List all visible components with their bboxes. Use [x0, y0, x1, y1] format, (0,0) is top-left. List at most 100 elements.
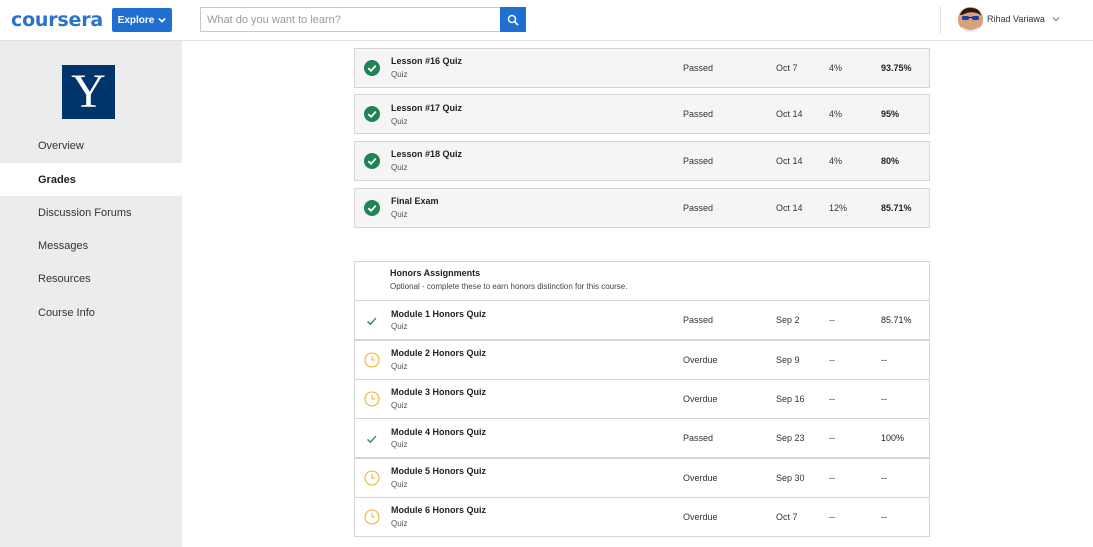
- assignment-status: Overdue: [683, 512, 718, 522]
- chevron-down-icon: [158, 17, 167, 23]
- clock-icon: [364, 391, 380, 407]
- assignment-status: Passed: [683, 109, 714, 119]
- assignment-type: Quiz: [391, 210, 408, 219]
- assignment-name[interactable]: Module 2 Honors Quiz: [391, 348, 486, 358]
- assignment-status: Passed: [683, 203, 714, 213]
- assignment-row[interactable]: Final Exam Quiz Passed Oct 14 12% 85.71%: [354, 188, 930, 228]
- assignment-weight: 12%: [829, 203, 848, 213]
- assignment-name[interactable]: Final Exam: [391, 196, 439, 206]
- coursera-logo[interactable]: coursera: [11, 9, 103, 31]
- honors-title: Honors Assignments: [390, 268, 481, 278]
- assignment-name[interactable]: Module 1 Honors Quiz: [391, 309, 486, 319]
- honors-row[interactable]: Module 1 Honors Quiz Quiz Passed Sep 2 -…: [354, 300, 930, 340]
- assignment-row[interactable]: Lesson #16 Quiz Quiz Passed Oct 7 4% 93.…: [354, 48, 930, 88]
- assignment-name[interactable]: Lesson #17 Quiz: [391, 103, 462, 113]
- assignment-grade: 85.71%: [881, 203, 912, 213]
- user-name[interactable]: Rihad Variawa: [987, 14, 1045, 24]
- assignment-weight: 4%: [829, 63, 843, 73]
- passed-check-icon: [364, 153, 380, 169]
- assignment-grade: 100%: [881, 433, 905, 443]
- honors-row[interactable]: Module 3 Honors Quiz Quiz Overdue Sep 16…: [354, 379, 930, 419]
- chevron-down-icon[interactable]: [1052, 15, 1060, 23]
- assignment-type: Quiz: [391, 362, 408, 371]
- assignment-type: Quiz: [391, 117, 408, 126]
- assignment-grade: --: [881, 355, 887, 365]
- honors-row[interactable]: Module 5 Honors Quiz Quiz Overdue Sep 30…: [354, 458, 930, 498]
- assignment-name[interactable]: Module 4 Honors Quiz: [391, 427, 486, 437]
- assignment-status: Passed: [683, 156, 714, 166]
- assignment-weight: --: [829, 355, 835, 365]
- honors-subtitle: Optional - complete these to earn honors…: [390, 282, 628, 291]
- assignment-status: Passed: [683, 63, 714, 73]
- clock-icon: [364, 352, 380, 368]
- search-button[interactable]: [500, 7, 526, 32]
- sidebar-item-grades[interactable]: Grades: [0, 163, 182, 196]
- honors-row[interactable]: Module 6 Honors Quiz Quiz Overdue Oct 7 …: [354, 497, 930, 537]
- assignment-due: Sep 2: [776, 315, 800, 325]
- avatar[interactable]: [958, 7, 983, 32]
- explore-label: Explore: [117, 14, 155, 26]
- assignment-type: Quiz: [391, 519, 408, 528]
- honors-row[interactable]: Module 2 Honors Quiz Quiz Overdue Sep 9 …: [354, 340, 930, 380]
- assignment-grade: --: [881, 473, 887, 483]
- sidebar-item-messages[interactable]: Messages: [0, 229, 182, 262]
- assignment-due: Oct 14: [776, 156, 803, 166]
- assignment-name[interactable]: Lesson #16 Quiz: [391, 56, 462, 66]
- assignment-weight: --: [829, 512, 835, 522]
- assignment-grade: 80%: [881, 156, 900, 166]
- assignment-weight: --: [829, 394, 835, 404]
- assignment-due: Oct 14: [776, 109, 803, 119]
- assignment-grade: 93.75%: [881, 63, 912, 73]
- sidebar-item-discussion-forums[interactable]: Discussion Forums: [0, 196, 182, 229]
- assignment-type: Quiz: [391, 322, 408, 331]
- check-icon: [367, 317, 377, 326]
- assignment-due: Sep 16: [776, 394, 805, 404]
- assignment-type: Quiz: [391, 440, 408, 449]
- assignment-name[interactable]: Module 3 Honors Quiz: [391, 387, 486, 397]
- search-input[interactable]: What do you want to learn?: [200, 7, 500, 32]
- header-divider: [940, 6, 941, 34]
- assignment-due: Oct 14: [776, 203, 803, 213]
- assignment-status: Passed: [683, 315, 714, 325]
- clock-icon: [364, 470, 380, 486]
- honors-row[interactable]: Module 4 Honors Quiz Quiz Passed Sep 23 …: [354, 418, 930, 458]
- sidebar-item-overview[interactable]: Overview: [0, 129, 182, 162]
- assignment-due: Oct 7: [776, 63, 798, 73]
- assignment-name[interactable]: Module 5 Honors Quiz: [391, 466, 486, 476]
- passed-check-icon: [364, 60, 380, 76]
- assignment-name[interactable]: Module 6 Honors Quiz: [391, 505, 486, 515]
- assignment-row[interactable]: Lesson #17 Quiz Quiz Passed Oct 14 4% 95…: [354, 94, 930, 134]
- assignment-grade: --: [881, 512, 887, 522]
- sidebar-item-resources[interactable]: Resources: [0, 262, 182, 295]
- explore-button[interactable]: Explore: [112, 8, 172, 32]
- yale-logo[interactable]: Y: [62, 65, 115, 119]
- assignment-status: Passed: [683, 433, 714, 443]
- check-icon: [367, 435, 377, 444]
- assignment-type: Quiz: [391, 401, 408, 410]
- assignment-weight: --: [829, 433, 835, 443]
- assignment-weight: 4%: [829, 156, 843, 166]
- assignment-status: Overdue: [683, 473, 718, 483]
- assignment-row[interactable]: Lesson #18 Quiz Quiz Passed Oct 14 4% 80…: [354, 141, 930, 181]
- assignment-due: Sep 30: [776, 473, 805, 483]
- passed-check-icon: [364, 200, 380, 216]
- assignment-name[interactable]: Lesson #18 Quiz: [391, 149, 462, 159]
- assignment-type: Quiz: [391, 163, 408, 172]
- passed-check-icon: [364, 106, 380, 122]
- assignment-weight: --: [829, 473, 835, 483]
- assignment-due: Sep 9: [776, 355, 800, 365]
- assignment-grade: 85.71%: [881, 315, 912, 325]
- search-icon: [507, 14, 519, 26]
- clock-icon: [364, 509, 380, 525]
- assignment-weight: 4%: [829, 109, 843, 119]
- assignment-type: Quiz: [391, 70, 408, 79]
- top-header: coursera Explore What do you want to lea…: [0, 0, 1093, 41]
- assignment-due: Oct 7: [776, 512, 798, 522]
- assignment-type: Quiz: [391, 480, 408, 489]
- assignment-grade: 95%: [881, 109, 900, 119]
- assignment-status: Overdue: [683, 394, 718, 404]
- assignment-weight: --: [829, 315, 835, 325]
- assignment-grade: --: [881, 394, 887, 404]
- assignment-status: Overdue: [683, 355, 718, 365]
- sidebar-item-course-info[interactable]: Course Info: [0, 296, 182, 329]
